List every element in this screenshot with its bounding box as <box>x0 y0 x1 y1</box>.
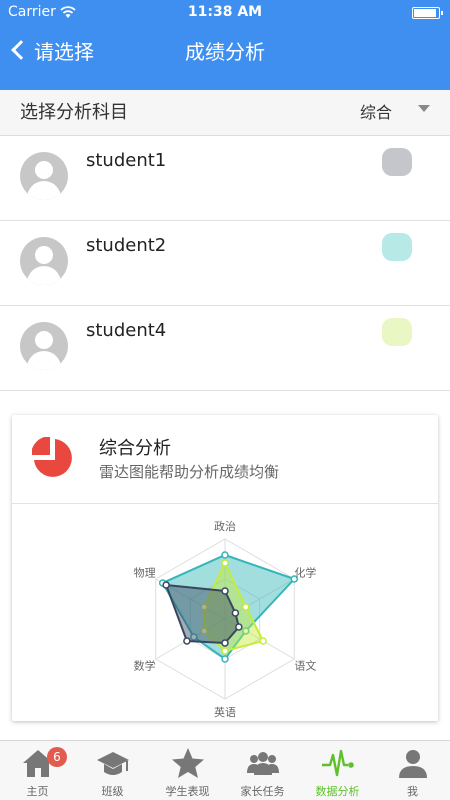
radar-point <box>242 603 250 611</box>
radar-chart: 政治化学语文英语 数学 物理 <box>134 519 317 719</box>
radar-axis-label: 政治 <box>214 519 236 533</box>
radar-point <box>221 559 229 567</box>
tab-label: 家长任务 <box>240 785 285 798</box>
tab-parent-tasks[interactable]: 家长任务 <box>225 741 300 800</box>
tab-label: 班级 <box>101 785 124 798</box>
radar-axis-label: 数学 <box>134 658 156 672</box>
tab-home[interactable]: 6 主页 <box>0 741 75 800</box>
pulse-icon <box>321 749 354 777</box>
tab-label: 数据分析 <box>315 785 360 798</box>
tab-data-analysis[interactable]: 数据分析 <box>300 741 375 800</box>
subject-dropdown[interactable]: 综合 <box>360 99 392 123</box>
radar-point <box>221 639 229 647</box>
radar-point <box>221 655 229 663</box>
graduation-cap-icon <box>96 752 129 775</box>
radar-axis-label: 物理 <box>134 566 156 580</box>
tab-student-performance[interactable]: 学生表现 <box>150 741 225 800</box>
student-row[interactable]: student4 <box>0 306 450 391</box>
tab-bar: 6 主页 班级 学生表现 家长任务 数据分析 我 <box>0 740 450 800</box>
radar-point <box>221 587 229 595</box>
tab-label: 我 <box>407 785 418 798</box>
star-icon <box>171 748 204 778</box>
radar-point <box>221 551 229 559</box>
avatar <box>20 322 68 370</box>
radar-point <box>183 637 191 645</box>
card-title: 综合分析 <box>99 438 171 459</box>
tab-label: 主页 <box>26 785 49 798</box>
radar-point <box>259 637 267 645</box>
avatar <box>20 237 68 285</box>
student-name: student2 <box>86 235 167 256</box>
radar-point <box>162 581 170 589</box>
group-icon <box>246 752 279 775</box>
radar-axis-label: 化学 <box>294 566 316 580</box>
student-name: student4 <box>86 320 167 341</box>
card-subtitle: 雷达图能帮助分析成绩均衡 <box>99 463 280 481</box>
radar-axis-label: 英语 <box>214 705 236 719</box>
student-color-swatch <box>382 233 412 261</box>
student-row[interactable]: student1 <box>0 136 450 221</box>
tab-class[interactable]: 班级 <box>75 741 150 800</box>
analysis-card: 综合分析 雷达图能帮助分析成绩均衡 政治化学语文英语 数学 物理 <box>12 415 438 721</box>
clock: 11:38 AM <box>187 4 263 20</box>
subject-selector[interactable]: 选择分析科目 综合 <box>0 90 450 136</box>
subject-label: 选择分析科目 <box>20 102 128 123</box>
status-bar: Carrier 11:38 AM <box>0 0 450 24</box>
radar-point <box>231 609 240 617</box>
student-color-swatch <box>382 148 412 176</box>
student-row[interactable]: student2 <box>0 221 450 306</box>
person-icon <box>398 750 427 778</box>
radar-axis-label: 语文 <box>294 658 316 672</box>
navigation-bar: Carrier 11:38 AM 请选择 成绩分析 <box>0 0 450 90</box>
tab-label: 学生表现 <box>165 785 210 798</box>
radar-point <box>221 647 229 655</box>
avatar <box>20 152 68 200</box>
student-name: student1 <box>86 150 167 171</box>
page-title: 成绩分析 <box>185 40 265 64</box>
notification-badge: 6 <box>47 747 67 767</box>
battery-icon <box>412 7 443 19</box>
student-color-swatch <box>382 318 412 346</box>
chevron-down-icon[interactable] <box>418 105 430 112</box>
radar-point <box>235 623 243 631</box>
tab-me[interactable]: 我 <box>375 741 450 800</box>
pie-chart-icon <box>32 437 72 477</box>
